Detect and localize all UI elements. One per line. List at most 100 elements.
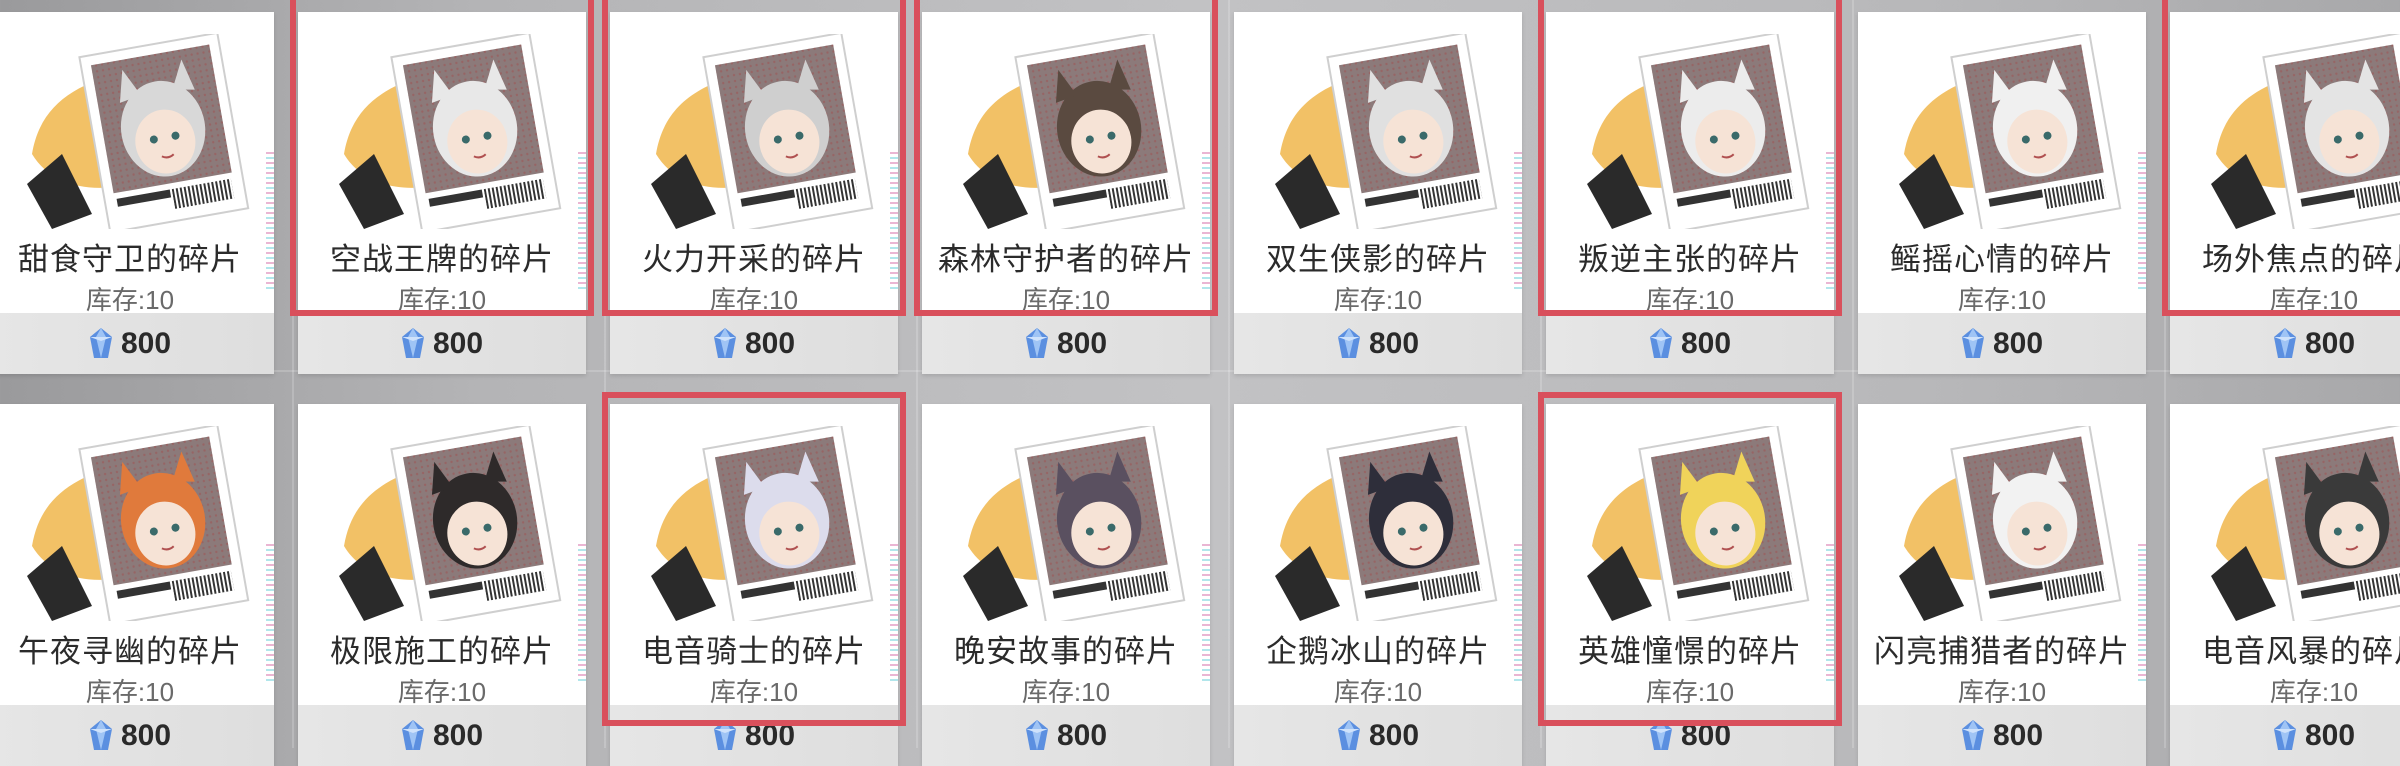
character-portrait (1275, 426, 1498, 621)
fragment-name: 闪亮捕猎者的碎片 (1874, 634, 2130, 669)
price-bar[interactable]: 800 (1546, 705, 1834, 766)
fragment-card[interactable]: 双生侠影的碎片 库存:10 800 (1234, 12, 1522, 374)
decorative-stripes (890, 544, 898, 684)
fragment-name: 晚安故事的碎片 (954, 634, 1178, 669)
stock-count: 库存:10 (1021, 677, 1111, 707)
character-portrait (1587, 34, 1810, 229)
stock-count: 库存:10 (1021, 285, 1111, 315)
price-value: 800 (1368, 718, 1420, 752)
stock-count: 库存:10 (397, 677, 487, 707)
fragment-name: 电音风暴的碎片 (2202, 634, 2400, 669)
fragment-card[interactable]: 极限施工的碎片 库存:10 800 (298, 404, 586, 766)
stock-count: 库存:10 (1957, 677, 2047, 707)
price-value: 800 (744, 326, 796, 360)
price-bar[interactable]: 800 (922, 313, 1210, 374)
stock-count: 库存:10 (1333, 677, 1423, 707)
card-body: 电音风暴的碎片 库存:10 (2170, 404, 2400, 707)
card-body: 森林守护者的碎片 库存:10 (922, 12, 1210, 315)
fragment-card[interactable]: 英雄憧憬的碎片 库存:10 800 (1546, 404, 1834, 766)
card-body: 企鹅冰山的碎片 库存:10 (1234, 404, 1522, 707)
decorative-stripes (1514, 544, 1522, 684)
card-body: 场外焦点的碎片 库存:10 (2170, 12, 2400, 315)
character-portrait (1899, 34, 2122, 229)
price-value: 800 (120, 718, 172, 752)
card-body: 空战王牌的碎片 库存:10 (298, 12, 586, 315)
fragment-card[interactable]: 电音风暴的碎片 库存:10 800 (2170, 404, 2400, 766)
price-bar[interactable]: 800 (298, 705, 586, 766)
price-value: 800 (1368, 326, 1420, 360)
price-value: 800 (120, 326, 172, 360)
price-bar[interactable]: 800 (1234, 705, 1522, 766)
price-bar[interactable]: 800 (1858, 313, 2146, 374)
fragment-card[interactable]: 鳐摇心情的碎片 库存:10 800 (1858, 12, 2146, 374)
character-portrait (339, 34, 562, 229)
decorative-stripes (578, 152, 586, 292)
price-bar[interactable]: 800 (610, 313, 898, 374)
fragment-card[interactable]: 午夜寻幽的碎片 库存:10 800 (0, 404, 274, 766)
price-bar[interactable]: 800 (2170, 313, 2400, 374)
character-portrait (651, 426, 874, 621)
fragment-card[interactable]: 晚安故事的碎片 库存:10 800 (922, 404, 1210, 766)
gem-currency-icon (2273, 327, 2296, 358)
character-portrait (1899, 426, 2122, 621)
stock-count: 库存:10 (1333, 285, 1423, 315)
fragment-name: 极限施工的碎片 (330, 634, 554, 669)
gem-currency-icon (1337, 719, 1360, 750)
decorative-stripes (890, 152, 898, 292)
price-bar[interactable]: 800 (0, 705, 274, 766)
gem-currency-icon (1961, 327, 1984, 358)
gem-currency-icon (1649, 719, 1672, 750)
card-body: 鳐摇心情的碎片 库存:10 (1858, 12, 2146, 315)
price-value: 800 (1992, 326, 2044, 360)
character-portrait (1587, 426, 1810, 621)
price-bar[interactable]: 800 (1546, 313, 1834, 374)
stock-count: 库存:10 (709, 285, 799, 315)
card-body: 甜食守卫的碎片 库存:10 (0, 12, 274, 315)
stock-count: 库存:10 (709, 677, 799, 707)
gem-currency-icon (1025, 327, 1048, 358)
decorative-stripes (266, 152, 274, 292)
stock-count: 库存:10 (85, 285, 175, 315)
fragment-name: 英雄憧憬的碎片 (1578, 634, 1802, 669)
price-bar[interactable]: 800 (298, 313, 586, 374)
fragment-card[interactable]: 电音骑士的碎片 库存:10 800 (610, 404, 898, 766)
stock-count: 库存:10 (85, 677, 175, 707)
fragment-card[interactable]: 火力开采的碎片 库存:10 800 (610, 12, 898, 374)
stock-count: 库存:10 (2269, 285, 2359, 315)
fragment-name: 午夜寻幽的碎片 (18, 634, 242, 669)
gem-currency-icon (713, 327, 736, 358)
character-portrait (339, 426, 562, 621)
price-bar[interactable]: 800 (2170, 705, 2400, 766)
price-bar[interactable]: 800 (0, 313, 274, 374)
stock-count: 库存:10 (397, 285, 487, 315)
fragment-card[interactable]: 森林守护者的碎片 库存:10 800 (922, 12, 1210, 374)
gem-currency-icon (401, 719, 424, 750)
price-value: 800 (432, 326, 484, 360)
character-portrait (2211, 426, 2400, 621)
fragment-card[interactable]: 叛逆主张的碎片 库存:10 800 (1546, 12, 1834, 374)
stock-count: 库存:10 (1645, 677, 1735, 707)
price-bar[interactable]: 800 (1858, 705, 2146, 766)
price-value: 800 (744, 718, 796, 752)
card-body: 火力开采的碎片 库存:10 (610, 12, 898, 315)
card-body: 晚安故事的碎片 库存:10 (922, 404, 1210, 707)
fragment-name: 火力开采的碎片 (642, 242, 866, 277)
price-value: 800 (432, 718, 484, 752)
fragment-card[interactable]: 甜食守卫的碎片 库存:10 800 (0, 12, 274, 374)
fragment-name: 甜食守卫的碎片 (18, 242, 242, 277)
price-value: 800 (1056, 326, 1108, 360)
character-portrait (1275, 34, 1498, 229)
stock-count: 库存:10 (1957, 285, 2047, 315)
fragment-card[interactable]: 企鹅冰山的碎片 库存:10 800 (1234, 404, 1522, 766)
price-bar[interactable]: 800 (922, 705, 1210, 766)
fragment-card[interactable]: 闪亮捕猎者的碎片 库存:10 800 (1858, 404, 2146, 766)
fragment-card[interactable]: 空战王牌的碎片 库存:10 800 (298, 12, 586, 374)
card-body: 双生侠影的碎片 库存:10 (1234, 12, 1522, 315)
fragment-card[interactable]: 场外焦点的碎片 库存:10 800 (2170, 12, 2400, 374)
price-bar[interactable]: 800 (1234, 313, 1522, 374)
price-bar[interactable]: 800 (610, 705, 898, 766)
decorative-stripes (266, 544, 274, 684)
fragment-name: 森林守护者的碎片 (938, 242, 1194, 277)
fragment-name: 空战王牌的碎片 (330, 242, 554, 277)
decorative-stripes (578, 544, 586, 684)
